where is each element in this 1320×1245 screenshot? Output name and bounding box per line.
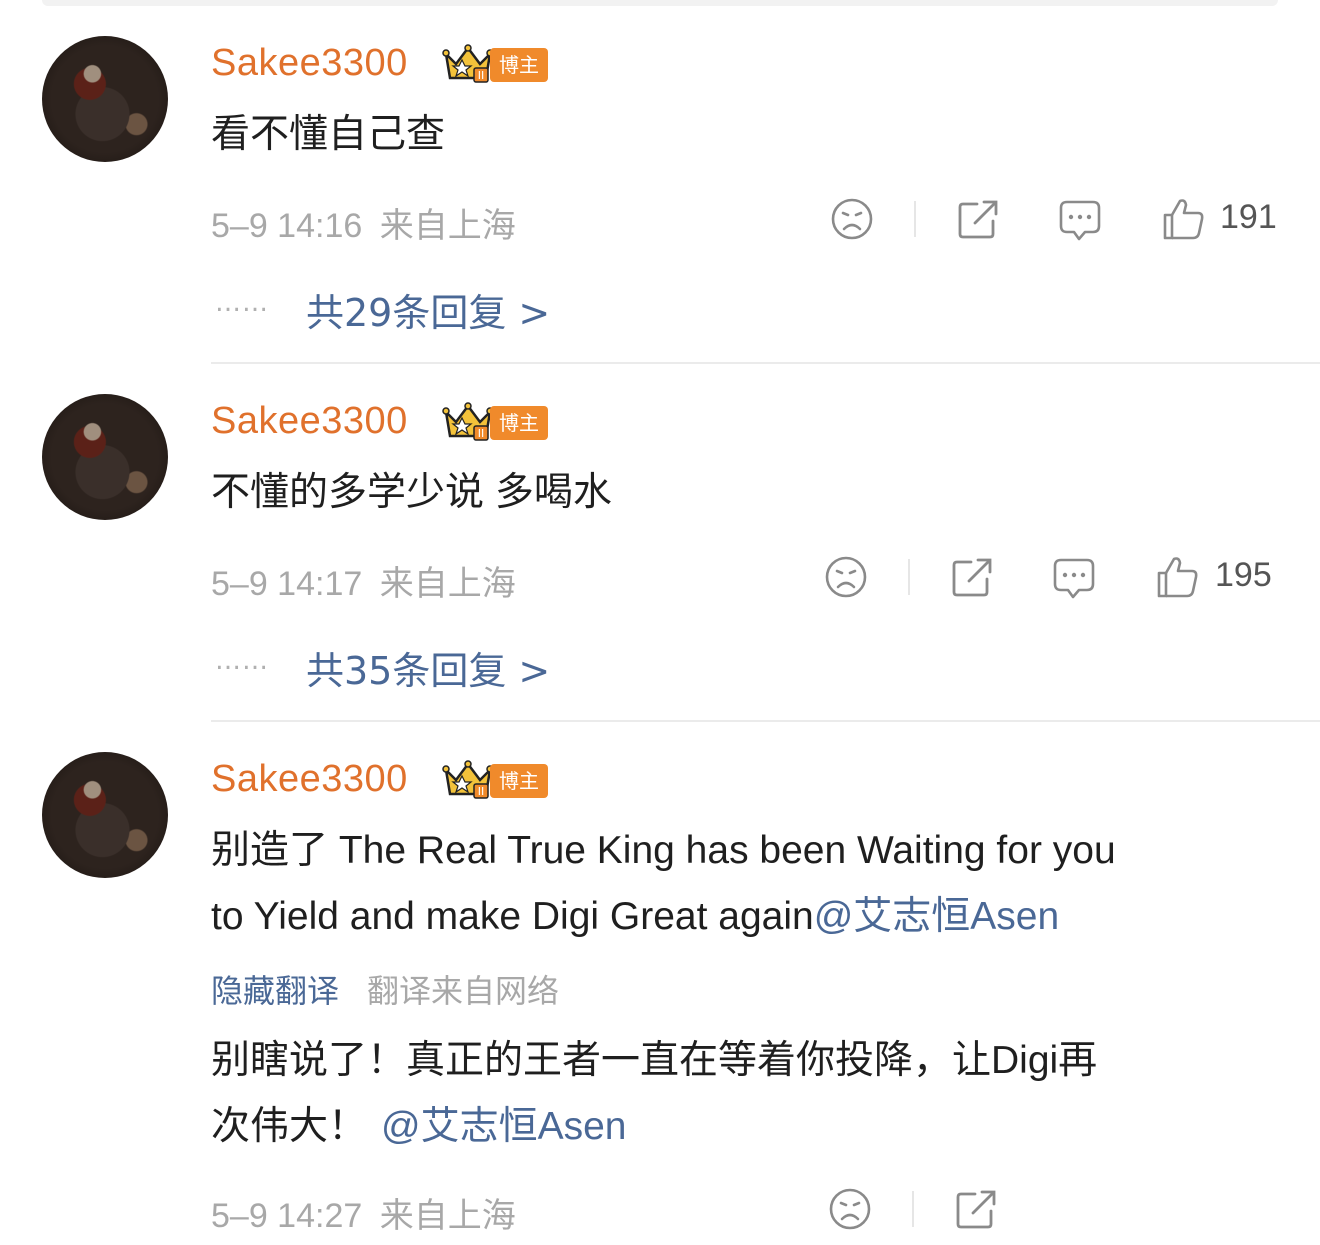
- crown-icon: [442, 44, 494, 84]
- location: 来自上海: [379, 1197, 516, 1235]
- location: 来自上海: [379, 565, 516, 603]
- view-replies-link[interactable]: 共29条回复 >: [306, 282, 550, 337]
- username[interactable]: Sakee3300: [211, 42, 408, 85]
- sad-face-icon[interactable]: [823, 554, 869, 600]
- author-badge: 博主: [490, 406, 548, 440]
- translated-text-fragment: 次伟大！: [211, 1105, 368, 1148]
- sad-face-icon[interactable]: [827, 1186, 873, 1232]
- username[interactable]: Sakee3300: [211, 400, 408, 443]
- translated-text-line: 次伟大！ @艾志恒Asen: [211, 1094, 1291, 1160]
- mention-link[interactable]: @艾志恒Asen: [814, 895, 1059, 938]
- divider-line: [914, 201, 916, 237]
- avatar[interactable]: [42, 394, 168, 520]
- divider-line: [908, 559, 910, 595]
- crown-icon: [442, 760, 494, 800]
- comment-icon[interactable]: [1057, 196, 1103, 242]
- location: 来自上海: [379, 207, 516, 245]
- reply-dots: ……: [215, 646, 269, 676]
- share-icon[interactable]: [949, 554, 995, 600]
- avatar[interactable]: [42, 752, 168, 878]
- reply-dots: ……: [215, 288, 269, 318]
- timestamp: 5–9 14:16: [211, 207, 363, 245]
- comment-text: 不懂的多学少说 多喝水: [211, 471, 612, 514]
- share-icon[interactable]: [953, 1186, 999, 1232]
- hide-translation-button[interactable]: 隐藏翻译: [211, 966, 339, 1012]
- comment-divider: [211, 362, 1320, 364]
- like-count: 195: [1215, 556, 1272, 594]
- translation-source: 翻译来自网络: [367, 972, 560, 1010]
- sad-face-icon[interactable]: [829, 196, 875, 242]
- comment-text-fragment: to Yield and make Digi Great again: [211, 895, 814, 938]
- comment-divider: [211, 720, 1320, 722]
- translated-text-line: 别瞎说了！真正的王者一直在等着你投降，让Digi再: [211, 1039, 1098, 1082]
- mention-link[interactable]: @艾志恒Asen: [381, 1105, 626, 1148]
- timestamp: 5–9 14:27: [211, 1197, 363, 1235]
- like-count: 191: [1220, 198, 1277, 236]
- thumbs-up-icon[interactable]: [1160, 196, 1206, 242]
- author-badge: 博主: [490, 48, 548, 82]
- comment-meta: 5–9 14:16 来自上海: [211, 198, 516, 247]
- comment-text-line: to Yield and make Digi Great again@艾志恒As…: [211, 884, 1291, 950]
- timestamp: 5–9 14:17: [211, 565, 363, 603]
- comment-text: 看不懂自己查: [211, 113, 446, 156]
- top-card-edge: [42, 0, 1278, 6]
- translated-text: 别瞎说了！真正的王者一直在等着你投降，让Digi再 次伟大！ @艾志恒Asen: [211, 1028, 1291, 1160]
- comment-text: 别造了 The Real True King has been Waiting …: [211, 818, 1291, 950]
- share-icon[interactable]: [955, 196, 1001, 242]
- avatar[interactable]: [42, 36, 168, 162]
- comment-text-line: 别造了 The Real True King has been Waiting …: [211, 829, 1116, 872]
- divider-line: [912, 1191, 914, 1227]
- comment-meta: 5–9 14:27 来自上海: [211, 1188, 516, 1237]
- crown-icon: [442, 402, 494, 442]
- author-badge: 博主: [490, 764, 548, 798]
- view-replies-link[interactable]: 共35条回复 >: [306, 640, 550, 695]
- thumbs-up-icon[interactable]: [1154, 554, 1200, 600]
- comment-meta: 5–9 14:17 来自上海: [211, 556, 516, 605]
- username[interactable]: Sakee3300: [211, 758, 408, 801]
- comment-icon[interactable]: [1051, 554, 1097, 600]
